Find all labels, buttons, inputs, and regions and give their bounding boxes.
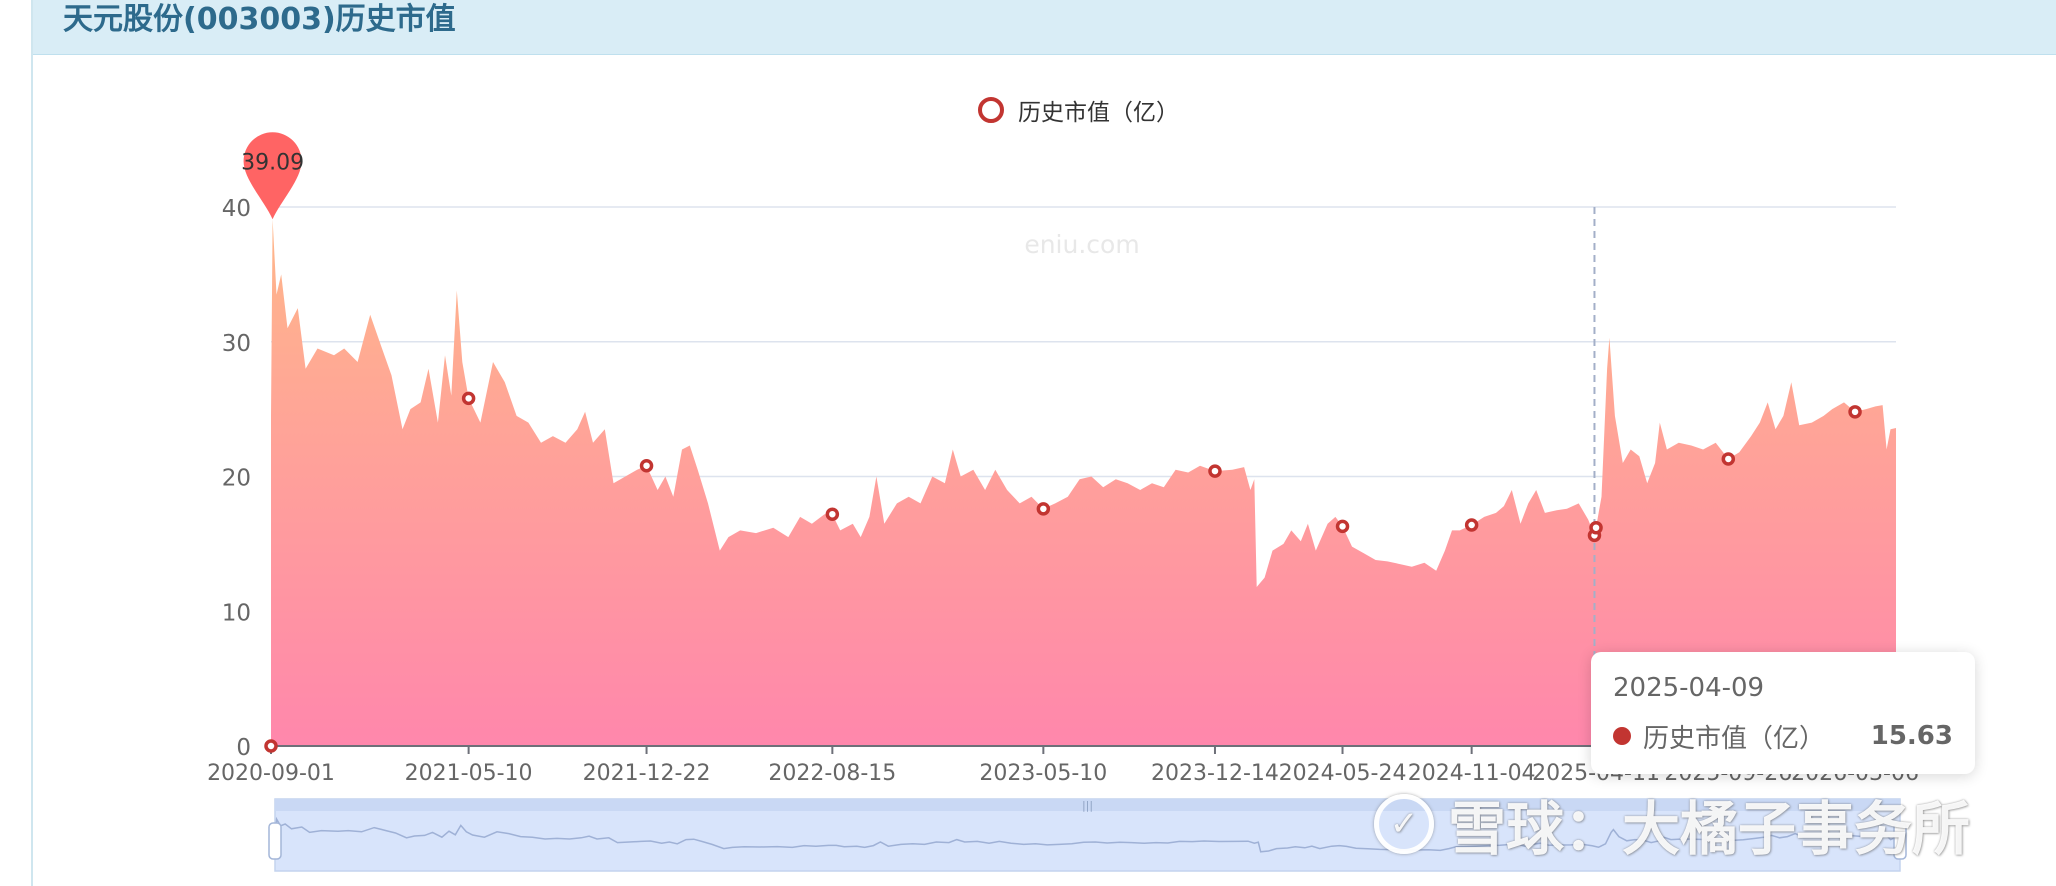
tooltip-row: 历史市值（亿） 15.63 [1613, 720, 1953, 754]
brand-watermark: ✓ 雪球：大橘子事务所 [1374, 782, 1970, 866]
data-point [639, 458, 654, 473]
data-point [1036, 502, 1051, 516]
xueqiu-logo-icon: ✓ [1374, 794, 1434, 854]
data-point [1464, 518, 1479, 532]
tooltip-date: 2025-04-09 [1613, 673, 1765, 703]
x-tick-label: 2023-12-14 [1151, 761, 1279, 786]
data-point [825, 507, 840, 521]
data-point [1589, 520, 1603, 535]
y-tick-label: 20 [222, 466, 251, 492]
data-point [1848, 405, 1862, 419]
brand-text: 雪球：大橘子事务所 [1448, 795, 1971, 863]
y-tick-label: 0 [236, 735, 251, 761]
x-tick-label: 2021-12-22 [583, 761, 711, 786]
x-tick-label: 2023-05-10 [979, 761, 1107, 786]
x-tick-label: 2020-09-01 [207, 761, 335, 786]
tooltip-value: 15.63 [1870, 721, 1953, 751]
data-point [1208, 464, 1222, 478]
max-pin-shape [243, 132, 302, 220]
x-tick-label: 2022-08-15 [768, 761, 896, 786]
y-tick-label: 10 [222, 600, 251, 626]
max-pin-label: 39.09 [241, 150, 304, 175]
y-tick-label: 40 [222, 196, 251, 222]
data-point [461, 391, 476, 406]
tooltip-dot-icon [1613, 727, 1631, 745]
tooltip-series-name: 历史市值（亿） [1643, 723, 1826, 754]
data-point [1721, 452, 1736, 466]
tooltip-panel: 2025-04-09 历史市值（亿） 15.63 [1591, 652, 1975, 774]
slider-handle [268, 822, 282, 860]
x-tick-label: 2021-05-10 [405, 761, 533, 786]
y-tick-label: 30 [222, 331, 251, 357]
data-point [264, 739, 278, 753]
data-point [1335, 519, 1350, 534]
slider-grip-icon: ||| [1082, 799, 1093, 812]
chart-watermark: eniu.com [1024, 230, 1139, 259]
